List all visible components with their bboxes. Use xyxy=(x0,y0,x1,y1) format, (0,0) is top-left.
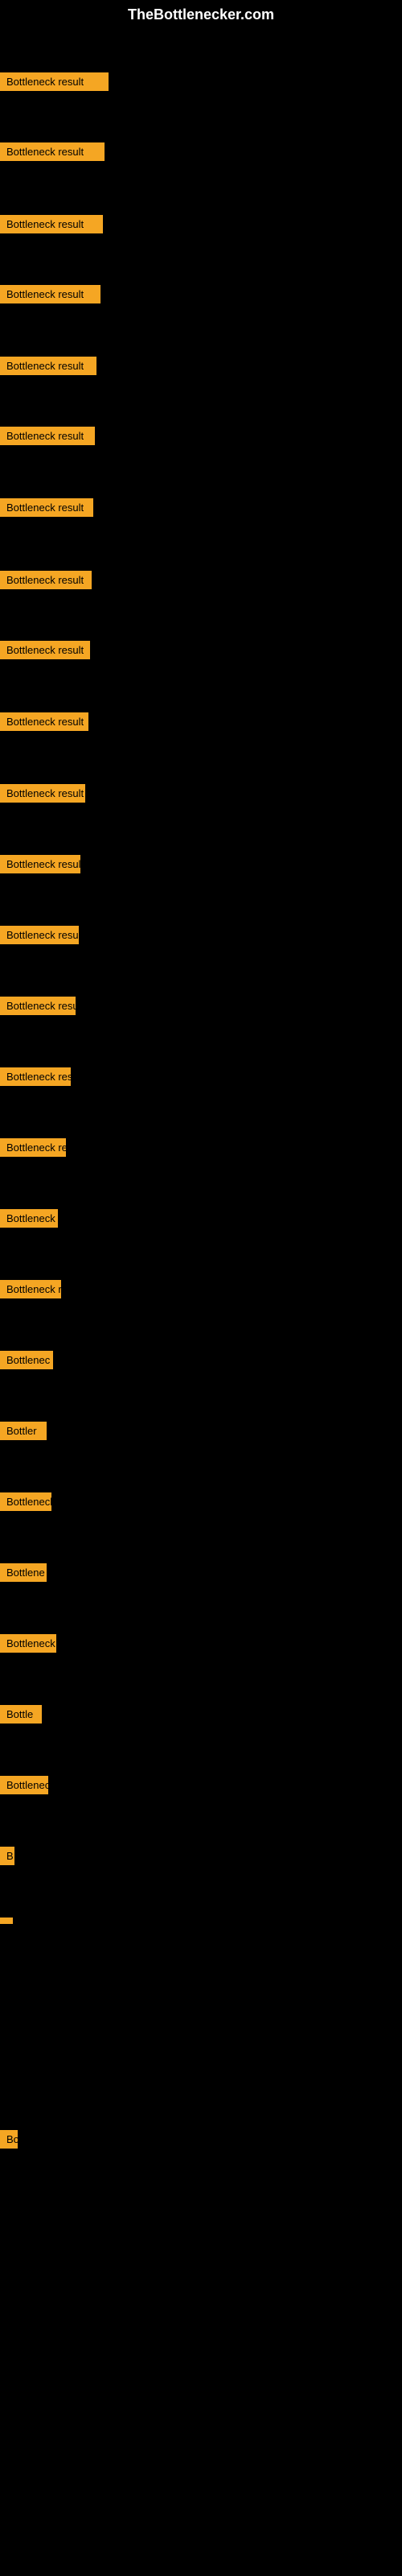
bottleneck-result-item: Bottlenec xyxy=(0,1776,48,1794)
bottleneck-result-item: Bottleneck result xyxy=(0,571,92,589)
bottleneck-result-item: Bottleneck xyxy=(0,1209,58,1228)
bottleneck-result-item: B xyxy=(0,1847,14,1865)
bottleneck-result-item: Bottleneck result xyxy=(0,926,79,944)
bottleneck-result-item: Bottleneck result xyxy=(0,142,105,161)
bottleneck-result-item: Bo xyxy=(0,2130,18,2149)
bottleneck-result-item: Bottlenec xyxy=(0,1351,53,1369)
bottleneck-result-item: Bottleneck result xyxy=(0,357,96,375)
bottleneck-result-item: Bottlene xyxy=(0,1563,47,1582)
bottleneck-result-item: Bottleneck result xyxy=(0,427,95,445)
bottleneck-result-item: Bottleneck result xyxy=(0,498,93,517)
bottleneck-result-item: Bottleneck result xyxy=(0,72,109,91)
bottleneck-result-item: Bottle xyxy=(0,1705,42,1724)
bottleneck-result-item: Bottleneck xyxy=(0,1492,51,1511)
bottleneck-result-item: Bottleneck result xyxy=(0,1067,71,1086)
bottleneck-result-item: Bottleneck r xyxy=(0,1634,56,1653)
bottleneck-result-item: Bottleneck res xyxy=(0,1280,61,1298)
bottleneck-result-item: Bottleneck result xyxy=(0,712,88,731)
bottleneck-result-item: Bottleneck result xyxy=(0,997,76,1015)
bottleneck-result-item: Bottleneck result xyxy=(0,215,103,233)
bottleneck-result-item xyxy=(0,1918,13,1924)
bottleneck-result-item: Bottleneck result xyxy=(0,855,80,873)
bottleneck-result-item: Bottleneck result xyxy=(0,285,100,303)
bottleneck-result-item: Bottleneck result xyxy=(0,641,90,659)
site-title: TheBottlenecker.com xyxy=(0,0,402,27)
bottleneck-result-item: Bottleneck result xyxy=(0,784,85,803)
bottleneck-result-item: Bottler xyxy=(0,1422,47,1440)
bottleneck-result-item: Bottleneck resu xyxy=(0,1138,66,1157)
